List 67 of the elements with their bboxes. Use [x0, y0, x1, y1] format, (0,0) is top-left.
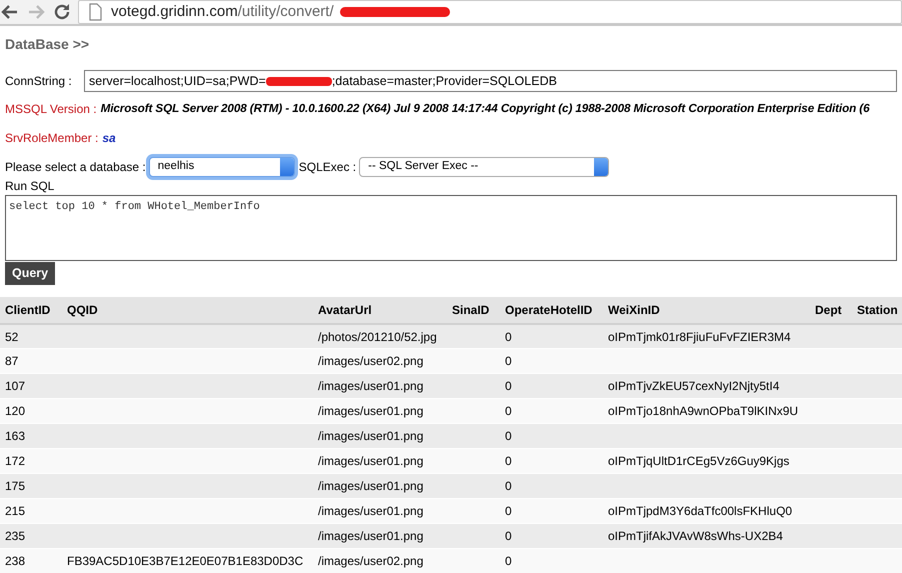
table-cell: 0: [500, 324, 603, 349]
table-cell: /images/user02.png: [313, 548, 447, 573]
table-cell: 0: [500, 398, 603, 424]
table-cell: 0: [500, 448, 603, 474]
select-label: Please select a database :: [5, 159, 146, 176]
url-text: votegd.gridinn.com/utility/convert/: [111, 2, 334, 22]
table-cell: oIPmTjqUltD1rCEg5Vz6Guy9Kjgs: [603, 448, 810, 474]
table-cell: oIPmTjifAkJVAvW8sWhs-UX2B4: [603, 524, 810, 549]
column-header: WeiXinID: [603, 296, 810, 324]
field-label: ConnString :: [5, 73, 73, 90]
version-text: Microsoft SQL Server 2008 (RTM) - 10.0.1600.22 (X64) Jul 9 2008 14:17:44 Copyright (c) 1988-2008 Microsoft Corporation Enterprise Edition (6: [100, 101, 870, 118]
table-cell: /images/user02.png: [313, 348, 447, 374]
table-cell: 120: [0, 398, 62, 424]
table-cell: 87: [0, 348, 62, 374]
version-label: MSSQL Version :: [5, 101, 97, 118]
table-cell: 107: [0, 374, 62, 399]
table-cell: 215: [0, 498, 62, 524]
column-header: Dept: [810, 296, 852, 324]
table-cell: oIPmTjmk01r8FjiuFuFvFZIER3M4: [603, 324, 810, 349]
table-cell: 235: [0, 524, 62, 549]
sql-text-area[interactable]: select top 10 * from WHotel_MemberInfo: [5, 195, 897, 261]
field-value-text: ;database=master;Provider=SQLOLEDB: [332, 72, 557, 90]
table-cell: /images/user01.png: [313, 474, 447, 499]
table-cell: 0: [500, 348, 603, 374]
table-cell: oIPmTjo18nhA9wnOPbaT9lKINx9U: [603, 398, 810, 424]
run-sql-label: Run SQL: [4, 178, 56, 195]
table-cell: 0: [500, 524, 603, 549]
database-select[interactable]: neelhis: [148, 157, 295, 177]
column-header: OperateHotelID: [500, 296, 603, 324]
query-button[interactable]: Query: [5, 262, 56, 285]
connection-string-field[interactable]: server=localhost;UID=sa;PWD= ;database=master;Provider=SQLOLEDB: [84, 70, 897, 92]
table-cell: 0: [500, 374, 603, 399]
table-cell: /images/user01.png: [313, 524, 447, 549]
table-cell: 0: [500, 424, 603, 449]
table-cell: /photos/201210/52.jpg: [313, 324, 447, 349]
column-header: QQID: [62, 296, 313, 324]
role-label: SrvRoleMember :: [5, 130, 98, 147]
table-cell: oIPmTjvZkEU57cexNyI2Njty5tI4: [603, 374, 810, 399]
table-cell: 238: [0, 548, 62, 573]
table-cell: 0: [500, 474, 603, 499]
table-cell: /images/user01.png: [313, 448, 447, 474]
column-header: AvatarUrl: [313, 296, 447, 324]
table-cell: 163: [0, 424, 62, 449]
select-label: SQLExec :: [298, 159, 356, 176]
address-bar[interactable]: votegd.gridinn.com/utility/convert/: [78, 0, 902, 24]
table-cell: 0: [500, 498, 603, 524]
reload-icon[interactable]: [52, 2, 72, 22]
table-cell: 175: [0, 474, 62, 499]
exec-select[interactable]: -- SQL Server Exec --: [359, 157, 610, 177]
role-value: sa: [102, 130, 116, 147]
spinner-icon: [280, 158, 294, 176]
table-cell: 172: [0, 448, 62, 474]
table-cell: oIPmTjpdM3Y6daTfc00lsFKHluQ0: [603, 498, 810, 524]
column-header: SinaID: [447, 296, 500, 324]
field-value-text: server=localhost;UID=sa;PWD=: [89, 72, 266, 90]
table-cell: /images/user01.png: [313, 424, 447, 449]
table-cell: 52: [0, 324, 62, 349]
table-cell: /images/user01.png: [313, 498, 447, 524]
table-cell: 0: [500, 548, 603, 573]
table-cell: FB39AC5D10E3B7E12E0E07B1E83D0D3C: [62, 548, 313, 573]
column-header: ClientID: [0, 296, 62, 324]
spinner-icon: [594, 158, 608, 176]
column-header: Station: [852, 296, 902, 324]
redaction-mark: [266, 76, 332, 86]
page-heading: DataBase >>: [4, 35, 90, 54]
table-cell: /images/user01.png: [313, 398, 447, 424]
table-cell: /images/user01.png: [313, 374, 447, 399]
